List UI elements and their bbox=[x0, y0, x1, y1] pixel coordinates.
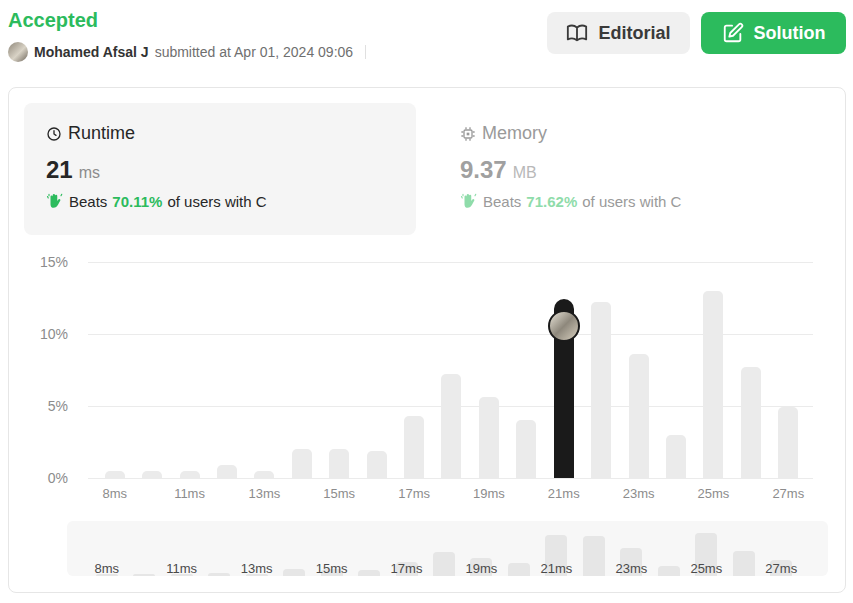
overview-bar bbox=[133, 574, 155, 576]
result-card: Runtime 21ms Beats70.11%of users with C Mem… bbox=[8, 87, 846, 593]
overview-tick: 21ms bbox=[541, 561, 573, 576]
solution-button[interactable]: Solution bbox=[701, 12, 846, 54]
header-buttons: Editorial Solution bbox=[547, 12, 846, 54]
chart-bar[interactable] bbox=[367, 451, 387, 478]
runtime-chart: 15%10%5%0%8ms11ms13ms15ms17ms19ms21ms23m… bbox=[24, 262, 830, 576]
x-tick: 19ms bbox=[473, 486, 505, 501]
chart-bar[interactable] bbox=[254, 471, 274, 478]
x-tick: 27ms bbox=[772, 486, 804, 501]
chart-bar[interactable] bbox=[554, 299, 574, 478]
overview-tick: 13ms bbox=[241, 561, 273, 576]
chart-bar[interactable] bbox=[441, 374, 461, 478]
overview-tick: 19ms bbox=[466, 561, 498, 576]
chart-bar[interactable] bbox=[105, 471, 125, 478]
overview-bar bbox=[283, 569, 305, 576]
chart-bar[interactable] bbox=[292, 449, 312, 478]
overview-bar bbox=[733, 551, 755, 576]
overview-bar bbox=[433, 552, 455, 576]
chart-bar[interactable] bbox=[180, 471, 200, 478]
overview-tick: 17ms bbox=[391, 561, 423, 576]
chart-bar[interactable] bbox=[516, 420, 536, 478]
gridline bbox=[88, 262, 813, 263]
x-tick: 13ms bbox=[248, 486, 280, 501]
edit-icon bbox=[722, 22, 744, 44]
chart-body: 15%10%5%0% bbox=[24, 262, 830, 478]
chart-bar[interactable] bbox=[329, 449, 349, 478]
user-avatar-icon[interactable] bbox=[8, 42, 28, 62]
chart-bar[interactable] bbox=[404, 416, 424, 478]
plot-area bbox=[88, 262, 813, 478]
chart-bar[interactable] bbox=[479, 397, 499, 478]
chart-bar[interactable] bbox=[741, 367, 761, 478]
x-tick: 17ms bbox=[398, 486, 430, 501]
chart-bar[interactable] bbox=[629, 354, 649, 478]
overview-tick: 25ms bbox=[690, 561, 722, 576]
metrics-row: Runtime 21ms Beats70.11%of users with C Mem… bbox=[24, 103, 830, 235]
button-label: Editorial bbox=[598, 23, 670, 44]
chart-bar[interactable] bbox=[217, 465, 237, 478]
range-overview[interactable]: 8ms 11ms 13ms 15ms 17ms 19ms 21ms 23ms 25ms 27ms bbox=[67, 521, 828, 576]
overview-bar bbox=[583, 536, 605, 576]
clap-icon bbox=[46, 192, 64, 210]
x-tick: 21ms bbox=[548, 486, 580, 501]
gridline bbox=[88, 478, 813, 479]
chart-bar[interactable] bbox=[142, 471, 162, 478]
x-axis: 8ms 11ms 13ms 15ms 17ms 19ms 21ms 23ms 25ms 27ms bbox=[24, 478, 830, 508]
submission-info: Accepted Mohamed Afsal J submitted at Apr … bbox=[8, 8, 366, 62]
beats-line: Beats71.62%of users with C bbox=[460, 192, 808, 210]
chart-bar[interactable] bbox=[703, 291, 723, 478]
clap-icon bbox=[460, 192, 478, 210]
metric-label: Runtime bbox=[46, 123, 394, 144]
x-tick: 11ms bbox=[174, 486, 205, 501]
runtime-panel[interactable]: Runtime 21ms Beats70.11%of users with C bbox=[24, 103, 416, 235]
status-title: Accepted bbox=[8, 8, 366, 32]
editorial-button[interactable]: Editorial bbox=[547, 12, 690, 54]
y-tick: 15% bbox=[40, 254, 68, 270]
chart-bar[interactable] bbox=[666, 435, 686, 478]
user-line: Mohamed Afsal J submitted at Apr 01, 2024… bbox=[8, 42, 366, 62]
submission-page: Accepted Mohamed Afsal J submitted at Apr … bbox=[0, 0, 853, 603]
bar-series bbox=[96, 262, 807, 478]
overview-bar bbox=[208, 573, 230, 576]
chart-bar[interactable] bbox=[778, 407, 798, 478]
y-tick: 0% bbox=[48, 470, 68, 486]
overview-bar bbox=[658, 566, 680, 576]
metric-value: 21ms bbox=[46, 156, 394, 184]
overview-bar bbox=[358, 570, 380, 576]
separator bbox=[365, 45, 366, 59]
x-tick: 25ms bbox=[698, 486, 730, 501]
x-tick: 15ms bbox=[323, 486, 355, 501]
overview-bar bbox=[508, 563, 530, 576]
beats-line: Beats70.11%of users with C bbox=[46, 192, 394, 210]
metric-label: Memory bbox=[460, 123, 808, 144]
clock-icon bbox=[46, 126, 62, 142]
y-tick: 10% bbox=[40, 326, 68, 342]
y-tick: 5% bbox=[48, 398, 68, 414]
overview-tick: 23ms bbox=[615, 561, 647, 576]
header: Accepted Mohamed Afsal J submitted at Apr … bbox=[8, 8, 846, 87]
chip-icon bbox=[460, 126, 476, 142]
x-tick: 8ms bbox=[102, 486, 127, 501]
y-axis: 15%10%5%0% bbox=[24, 262, 88, 478]
metric-value: 9.37MB bbox=[460, 156, 808, 184]
user-avatar-icon bbox=[548, 310, 580, 342]
button-label: Solution bbox=[754, 23, 826, 44]
overview-axis: 8ms 11ms 13ms 15ms 17ms 19ms 21ms 23ms 25ms 27ms bbox=[88, 560, 800, 576]
overview-tick: 15ms bbox=[316, 561, 348, 576]
overview-tick: 11ms bbox=[166, 561, 197, 576]
overview-tick: 27ms bbox=[765, 561, 797, 576]
user-name[interactable]: Mohamed Afsal J bbox=[34, 44, 149, 60]
x-tick: 23ms bbox=[623, 486, 655, 501]
submitted-time: submitted at Apr 01, 2024 09:06 bbox=[155, 44, 353, 60]
overview-tick: 8ms bbox=[94, 561, 119, 576]
memory-panel[interactable]: Memory 9.37MB Beats71.62%of users with C bbox=[438, 103, 830, 235]
book-icon bbox=[566, 22, 588, 44]
chart-bar[interactable] bbox=[591, 302, 611, 478]
